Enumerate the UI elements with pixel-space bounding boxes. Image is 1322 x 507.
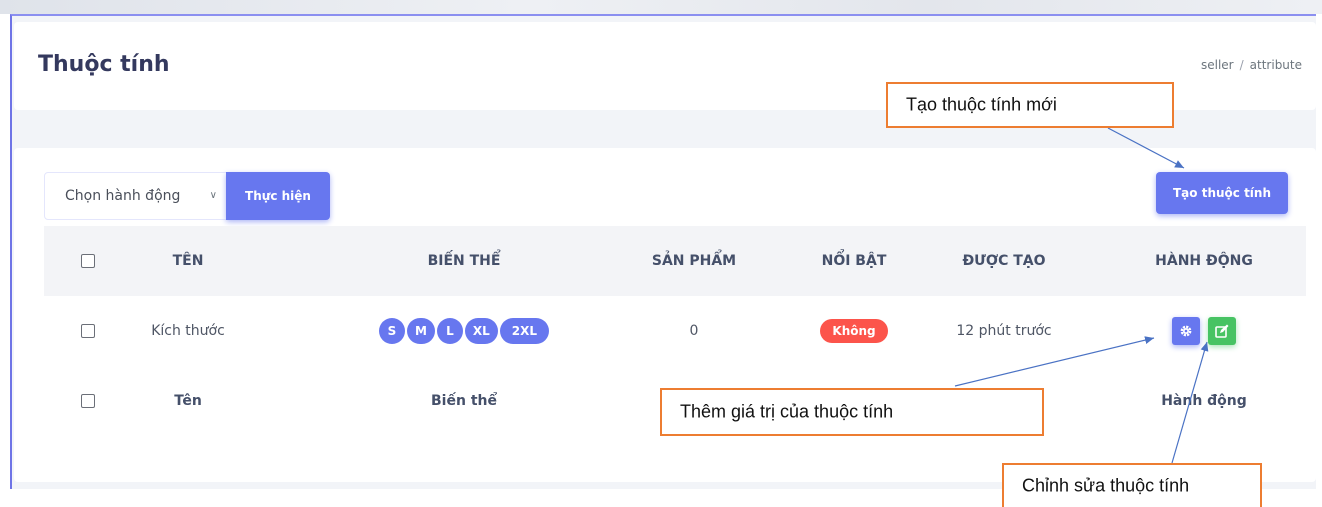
arrow-edit	[1171, 341, 1209, 464]
callout-create-new-text: Tạo thuộc tính mới	[906, 94, 1057, 115]
callout-add-value: Thêm giá trị của thuộc tính	[660, 388, 1044, 436]
callout-edit: Chỉnh sửa thuộc tính	[1002, 463, 1262, 507]
callout-add-value-text: Thêm giá trị của thuộc tính	[680, 401, 894, 422]
arrow-create	[1107, 127, 1185, 169]
arrow-add-value	[954, 336, 1155, 387]
callout-create-new: Tạo thuộc tính mới	[886, 82, 1174, 128]
callout-edit-text: Chỉnh sửa thuộc tính	[1022, 475, 1190, 496]
